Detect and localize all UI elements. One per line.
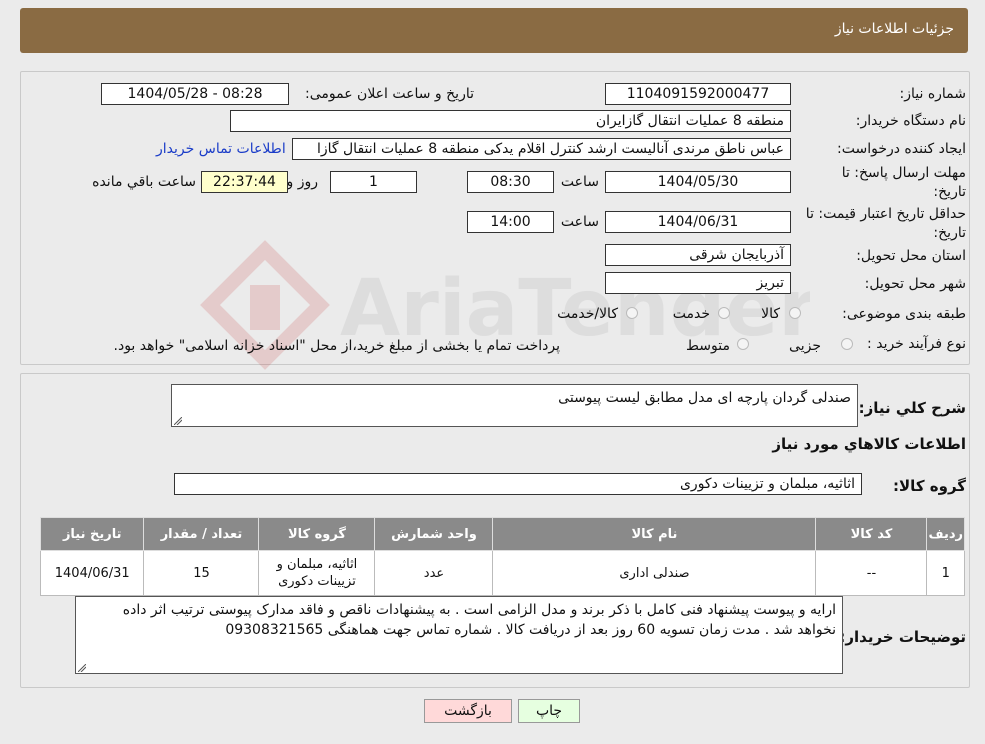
need-number-label: شماره نیاز: [899, 86, 967, 102]
col-qty: تعداد / مقدار [143, 517, 260, 551]
col-group: گروه کالا [258, 517, 376, 551]
validity-time-word: ساعت [560, 214, 599, 230]
summary-label: شرح کلي نیاز: [858, 399, 966, 417]
resize-handle-icon[interactable] [174, 417, 182, 425]
items-heading: اطلاعات کالاهاي مورد نیاز [772, 435, 966, 453]
buyer-org-label: نام دستگاه خریدار: [855, 113, 966, 129]
page-title: جزئیات اطلاعات نیاز [834, 21, 954, 37]
process-label: نوع فرآیند خرید : [867, 336, 966, 352]
notes-resize-handle-icon[interactable] [78, 664, 86, 672]
summary-field: صندلی گردان پارچه ای مدل مطابق لیست پیوس… [171, 384, 858, 427]
process-option-medium: متوسط [686, 338, 730, 354]
buyer-notes-field: ارایه و پیوست پیشنهاد فنی کامل با ذکر بر… [75, 596, 843, 674]
goods-group-label: گروه کالا: [893, 477, 966, 495]
category-option-service: خدمت [672, 306, 710, 322]
category-radio-service[interactable] [718, 307, 730, 319]
process-radio-medium[interactable] [737, 338, 749, 350]
announce-date-label: تاریخ و ساعت اعلان عمومی: [305, 86, 474, 102]
buyer-notes-text: ارایه و پیوست پیشنهاد فنی کامل با ذکر بر… [122, 602, 836, 638]
city-field: تبریز [605, 272, 791, 294]
col-code: کد کالا [815, 517, 928, 551]
deadline-label-2: تاریخ: [933, 184, 966, 200]
cell-name: صندلی اداری [492, 550, 817, 596]
province-label: استان محل تحویل: [856, 248, 966, 264]
remaining-word: ساعت باقي مانده [92, 174, 196, 190]
table-header-row: ردیف کد کالا نام کالا واحد شمارش گروه کا… [39, 517, 965, 551]
cell-group: اثاثیه، مبلمان و تزیینات دکوری [258, 550, 376, 596]
days-word: روز و [286, 174, 319, 190]
process-radio-minor[interactable] [841, 338, 853, 350]
cell-qty: 15 [143, 550, 260, 596]
col-row: ردیف [926, 517, 965, 551]
col-date: تاریخ نیاز [39, 517, 145, 551]
back-button[interactable]: بازگشت [424, 699, 512, 723]
validity-time-field: 14:00 [467, 211, 554, 233]
city-label: شهر محل تحویل: [864, 276, 966, 292]
buyer-contact-link[interactable]: اطلاعات تماس خریدار [156, 141, 286, 157]
process-note: پرداخت تمام یا بخشی از مبلغ خرید،از محل … [113, 338, 560, 354]
cell-unit: عدد [374, 550, 494, 596]
creator-label: ایجاد کننده درخواست: [837, 141, 966, 157]
category-option-goods-service: کالا/خدمت [557, 306, 618, 322]
category-radio-goods-service[interactable] [626, 307, 638, 319]
items-table: ردیف کد کالا نام کالا واحد شمارش گروه کا… [39, 517, 965, 596]
province-field: آذربایجان شرقی [605, 244, 791, 266]
col-unit: واحد شمارش [374, 517, 494, 551]
announce-date-field: 1404/05/28 - 08:28 [101, 83, 289, 105]
deadline-label: مهلت ارسال پاسخ: تا [841, 165, 966, 181]
remaining-time-field: 22:37:44 [201, 171, 288, 193]
page-header: جزئیات اطلاعات نیاز [20, 8, 968, 53]
validity-date-field: 1404/06/31 [605, 211, 791, 233]
creator-field: عباس ناطق مرندی آنالیست ارشد کنترل اقلام… [292, 138, 791, 160]
col-name: نام کالا [492, 517, 817, 551]
deadline-date-field: 1404/05/30 [605, 171, 791, 193]
cell-code: -- [815, 550, 928, 596]
category-radio-goods[interactable] [789, 307, 801, 319]
validity-label-2: تاریخ: [933, 225, 966, 241]
category-option-goods: کالا [761, 306, 780, 322]
cell-row: 1 [926, 550, 965, 596]
deadline-time-word: ساعت [560, 174, 599, 190]
need-number-field: 1104091592000477 [605, 83, 791, 105]
process-option-minor: جزیی [789, 338, 821, 354]
deadline-time-field: 08:30 [467, 171, 554, 193]
print-button[interactable]: چاپ [518, 699, 580, 723]
goods-group-field: اثاثیه، مبلمان و تزیینات دکوری [174, 473, 862, 495]
days-field: 1 [330, 171, 417, 193]
buyer-org-field: منطقه 8 عملیات انتقال گازایران [230, 110, 791, 132]
summary-text: صندلی گردان پارچه ای مدل مطابق لیست پیوس… [558, 390, 851, 406]
validity-label: حداقل تاریخ اعتبار قیمت: تا [805, 206, 966, 222]
category-label: طبقه بندی موضوعی: [842, 306, 966, 322]
cell-date: 1404/06/31 [39, 550, 145, 596]
table-row: 1 -- صندلی اداری عدد اثاثیه، مبلمان و تز… [39, 550, 965, 596]
buyer-notes-label: توضیحات خریدار: [839, 628, 966, 646]
